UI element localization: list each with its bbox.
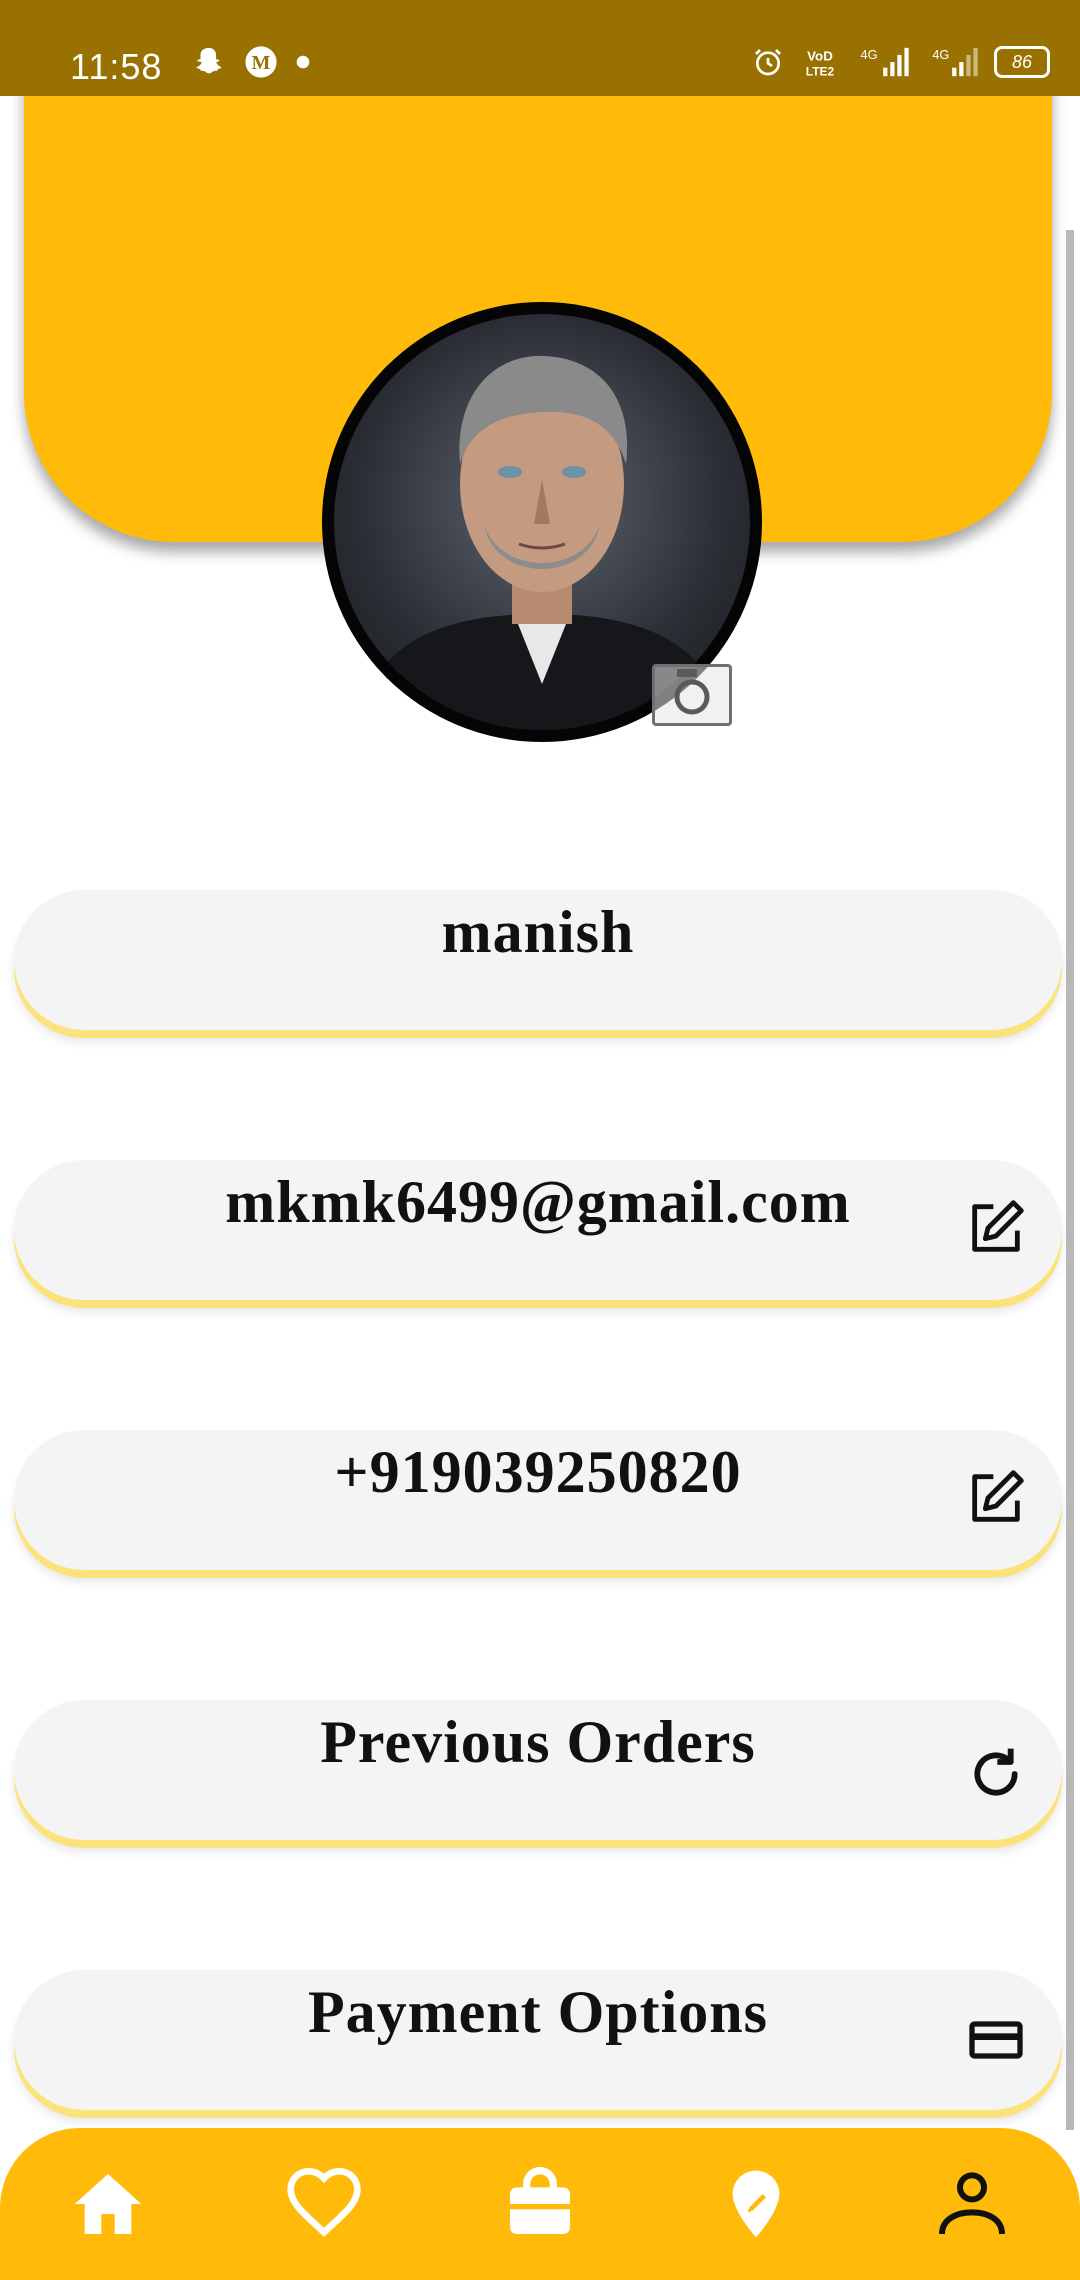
edit-icon[interactable] bbox=[964, 1196, 1028, 1260]
payment-options-label: Payment Options bbox=[307, 1979, 769, 2045]
previous-orders-label: Previous Orders bbox=[320, 1709, 756, 1775]
status-right-icons: VoD LTE2 4G 4G 86 bbox=[752, 45, 1050, 79]
signal-4g-icon: 4G bbox=[861, 47, 909, 77]
heart-icon[interactable] bbox=[284, 2164, 364, 2244]
svg-text:4G: 4G bbox=[932, 47, 949, 62]
status-left-icons: M bbox=[192, 45, 310, 79]
svg-text:VoD: VoD bbox=[807, 49, 833, 64]
payment-options-button[interactable]: Payment Options bbox=[14, 1970, 1062, 2110]
battery-indicator: 86 bbox=[994, 46, 1050, 78]
status-time: 11:58 bbox=[70, 46, 163, 87]
alarm-icon bbox=[755, 49, 781, 76]
phone-field[interactable]: +919039250820 bbox=[14, 1430, 1062, 1570]
bottom-navigation bbox=[0, 2128, 1080, 2280]
edit-icon[interactable] bbox=[964, 1466, 1028, 1530]
email-field[interactable]: mkmk6499@gmail.com bbox=[14, 1160, 1062, 1300]
location-pin-icon[interactable] bbox=[716, 2164, 796, 2244]
previous-orders-button[interactable]: Previous Orders bbox=[14, 1700, 1062, 1840]
person-icon[interactable] bbox=[932, 2164, 1012, 2244]
medium-icon: M bbox=[245, 46, 277, 78]
scrollbar[interactable] bbox=[1066, 230, 1074, 2130]
snapchat-icon bbox=[196, 47, 222, 74]
volte-icon: VoD LTE2 bbox=[806, 49, 835, 79]
svg-text:4G: 4G bbox=[861, 47, 878, 62]
svg-text:M: M bbox=[252, 52, 271, 74]
refresh-icon bbox=[974, 1748, 1018, 1796]
name-text: manish bbox=[441, 899, 635, 965]
name-field[interactable]: manish bbox=[14, 890, 1062, 1030]
camera-icon bbox=[674, 669, 710, 715]
change-photo-button[interactable] bbox=[652, 664, 732, 726]
credit-card-icon bbox=[969, 2021, 1023, 2059]
signal-4g-icon: 4G bbox=[932, 47, 978, 77]
svg-text:LTE2: LTE2 bbox=[806, 64, 835, 78]
dot-icon bbox=[296, 55, 310, 69]
phone-text: +919039250820 bbox=[334, 1439, 742, 1505]
status-bar: 11:58 M VoD LTE2 4G 4G 86 bbox=[0, 0, 1080, 96]
shopping-bag-icon[interactable] bbox=[500, 2164, 580, 2244]
email-text: mkmk6499@gmail.com bbox=[225, 1169, 851, 1235]
home-icon[interactable] bbox=[68, 2164, 148, 2244]
